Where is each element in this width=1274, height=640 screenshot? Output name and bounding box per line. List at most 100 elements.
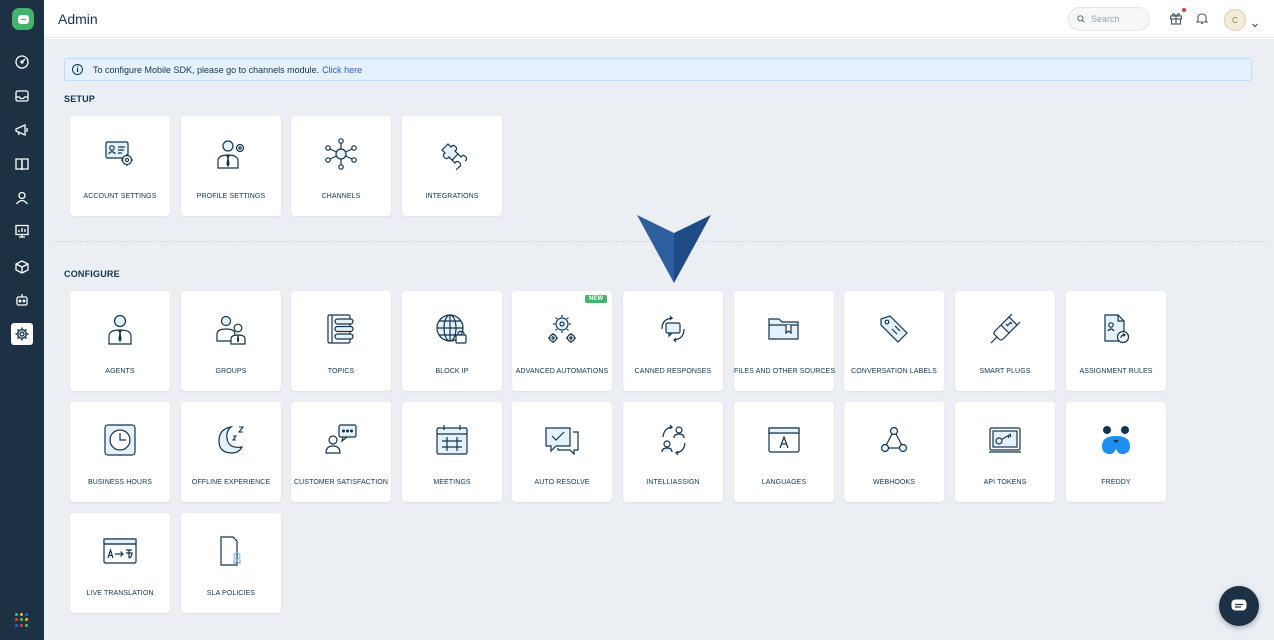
gift-icon[interactable] <box>1169 8 1186 27</box>
card-topics[interactable]: TOPICS <box>291 291 391 391</box>
auto-resolve-icon <box>545 427 579 456</box>
advanced-automations-icon <box>548 315 576 343</box>
live-translation-icon <box>103 538 137 564</box>
search-box[interactable] <box>1068 7 1150 31</box>
card-smart-plugs[interactable]: SMART PLUGS <box>955 291 1055 391</box>
page-title: Admin <box>58 11 98 27</box>
card-conversation-labels[interactable]: CONVERSATION LABELS <box>844 291 944 391</box>
card-label: TOPICS <box>327 368 355 375</box>
knowledge-base-icon[interactable] <box>12 154 32 174</box>
conversation-labels-icon <box>880 315 908 343</box>
webhooks-icon <box>880 426 908 453</box>
topics-icon <box>327 314 354 344</box>
card-label: FILES AND OTHER SOURCES <box>734 368 836 375</box>
campaigns-icon[interactable] <box>12 120 32 140</box>
languages-icon <box>768 427 800 453</box>
apps-grid-icon[interactable] <box>15 613 29 627</box>
settings-icon[interactable] <box>11 323 33 345</box>
card-agents[interactable]: AGENTS <box>70 291 170 391</box>
card-label: INTEGRATIONS <box>425 193 479 200</box>
card-label: CANNED RESPONSES <box>634 368 712 375</box>
chat-launcher-button[interactable] <box>1219 586 1259 626</box>
card-canned-responses[interactable]: CANNED RESPONSES <box>623 291 723 391</box>
api-tokens-icon <box>989 427 1021 453</box>
card-label: AGENTS <box>105 368 135 375</box>
card-label: OFFLINE EXPERIENCE <box>191 479 271 486</box>
chat-icon <box>1231 599 1247 611</box>
channels-icon <box>325 138 357 170</box>
card-label: PROFILE SETTINGS <box>196 193 266 200</box>
card-business-hours[interactable]: BUSINESS HOURS <box>70 402 170 502</box>
pointer-arrow <box>637 215 711 283</box>
card-label: SLA POLICIES <box>206 590 256 597</box>
bot-icon[interactable] <box>12 290 32 310</box>
card-label: ACCOUNT SETTINGS <box>83 193 157 200</box>
assignment-rules-icon <box>1104 314 1130 344</box>
banner-text: To configure Mobile SDK, please go to ch… <box>93 64 320 75</box>
offline-experience-icon <box>218 426 245 454</box>
card-api-tokens[interactable]: API TOKENS <box>955 402 1055 502</box>
business-hours-icon <box>104 424 136 456</box>
card-meetings[interactable]: MEETINGS <box>402 402 502 502</box>
card-channels[interactable]: CHANNELS <box>291 116 391 216</box>
smart-plugs-icon <box>990 313 1021 344</box>
card-intelliassign[interactable]: INTELLIASSIGN <box>623 402 723 502</box>
integrations-icon <box>441 143 468 171</box>
card-sla-policies[interactable]: SLA POLICIES <box>181 513 281 613</box>
intelliassign-icon <box>661 424 686 456</box>
chevron-down-icon[interactable] <box>1251 16 1259 28</box>
freddy-icon <box>1102 426 1130 454</box>
card-advanced-automations[interactable]: NEW ADVANCED AUTOMATIONS <box>512 291 612 391</box>
bell-icon[interactable] <box>1195 11 1211 27</box>
inbox-icon[interactable] <box>12 86 32 106</box>
card-profile-settings[interactable]: PROFILE SETTINGS <box>181 116 281 216</box>
search-input[interactable] <box>1091 14 1149 24</box>
info-icon: i <box>72 64 83 75</box>
files-icon <box>768 318 799 340</box>
dashboard-icon[interactable] <box>12 52 32 72</box>
card-webhooks[interactable]: WEBHOOKS <box>844 402 944 502</box>
search-icon <box>1077 15 1085 23</box>
contacts-icon[interactable] <box>12 188 32 208</box>
canned-responses-icon <box>661 315 685 343</box>
groups-icon <box>216 315 246 345</box>
card-account-settings[interactable]: ACCOUNT SETTINGS <box>70 116 170 216</box>
card-label: WEBHOOKS <box>872 479 916 486</box>
card-groups[interactable]: GROUPS <box>181 291 281 391</box>
card-label: SMART PLUGS <box>979 368 1031 375</box>
card-integrations[interactable]: INTEGRATIONS <box>402 116 502 216</box>
card-block-ip[interactable]: BLOCK IP <box>402 291 502 391</box>
card-assignment-rules[interactable]: ASSIGNMENT RULES <box>1066 291 1166 391</box>
card-label: LIVE TRANSLATION <box>86 590 154 597</box>
card-offline-experience[interactable]: OFFLINE EXPERIENCE <box>181 402 281 502</box>
card-label: CUSTOMER SATISFACTION <box>293 479 389 486</box>
brand-logo[interactable] <box>12 8 34 30</box>
card-label: ASSIGNMENT RULES <box>1079 368 1153 375</box>
analytics-icon[interactable] <box>12 221 32 241</box>
customer-satisfaction-icon <box>325 424 357 454</box>
card-label: CHANNELS <box>321 193 361 200</box>
block-ip-icon <box>436 314 467 344</box>
card-label: MEETINGS <box>433 479 471 486</box>
card-label: INTELLIASSIGN <box>646 479 700 486</box>
click-here-link[interactable]: Click here <box>322 65 362 75</box>
admin-content: i To configure Mobile SDK, please go to … <box>44 39 1274 640</box>
new-badge: NEW <box>585 295 607 303</box>
card-customer-satisfaction[interactable]: CUSTOMER SATISFACTION <box>291 402 391 502</box>
notification-dot <box>1182 8 1186 12</box>
profile-settings-icon <box>217 140 245 169</box>
agents-icon <box>108 314 132 345</box>
card-auto-resolve[interactable]: AUTO RESOLVE <box>512 402 612 502</box>
card-freddy[interactable]: FREDDY <box>1066 402 1166 502</box>
card-languages[interactable]: LANGUAGES <box>734 402 834 502</box>
configure-heading: CONFIGURE <box>64 269 120 279</box>
card-live-translation[interactable]: LIVE TRANSLATION <box>70 513 170 613</box>
account-settings-icon <box>105 141 133 166</box>
avatar[interactable]: C <box>1224 9 1246 31</box>
card-label: LANGUAGES <box>761 479 807 486</box>
card-label: GROUPS <box>215 368 247 375</box>
products-icon[interactable] <box>12 257 32 277</box>
card-label: ADVANCED AUTOMATIONS <box>515 368 609 375</box>
card-files-and-other-sources[interactable]: FILES AND OTHER SOURCES <box>734 291 836 391</box>
card-label: AUTO RESOLVE <box>534 479 590 486</box>
